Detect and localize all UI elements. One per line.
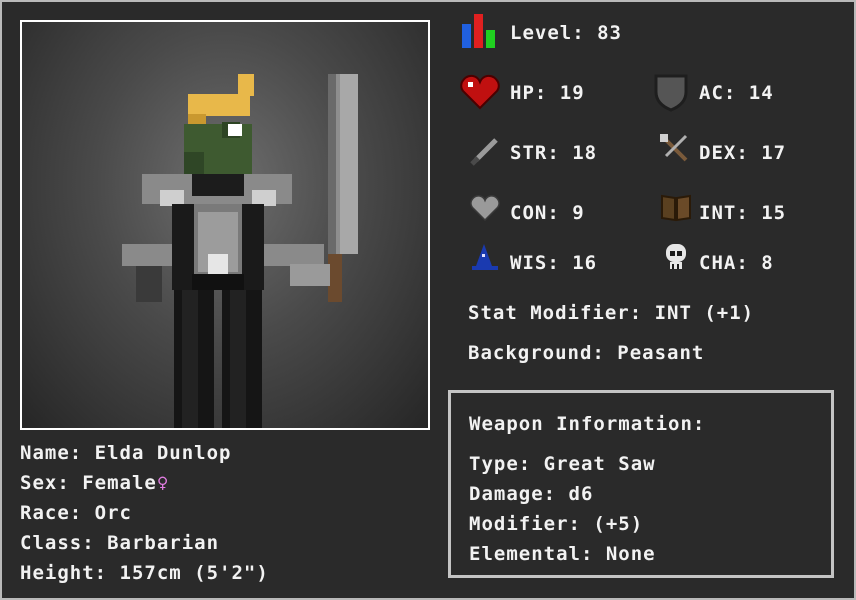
level-label: Level: 83 [510,22,622,44]
character-portrait [20,20,430,430]
character-class: Class: Barbarian [20,532,220,554]
character-height: Height: 157cm (5'2") [20,562,269,584]
sword-icon [470,138,498,166]
wizard-hat-icon [472,244,498,270]
shield-icon [654,74,688,112]
weapon-modifier: Modifier: (+5) [469,513,644,535]
ac-label: AC: 14 [699,82,774,104]
cha-label: CHA: 8 [699,252,774,274]
orc-sprite [122,74,358,428]
wis-label: WIS: 16 [510,252,598,274]
level-bars-icon [462,14,495,48]
weapon-heading: Weapon Information: [469,413,706,435]
weapon-damage: Damage: d6 [469,483,594,505]
stat-modifier-label: Stat Modifier: INT (+1) [468,302,755,324]
weapon-info-panel: Weapon Information: Type: Great Saw Dama… [448,390,834,578]
female-symbol-icon: ♀ [156,472,170,494]
weapon-elemental: Elemental: None [469,543,656,565]
weapon-type: Type: Great Saw [469,453,656,475]
character-race: Race: Orc [20,502,132,524]
str-label: STR: 18 [510,142,598,164]
character-sex: Sex: Female♀ [20,472,169,494]
character-card: Name: Elda Dunlop Sex: Female♀ Race: Orc… [0,0,856,600]
dex-label: DEX: 17 [699,142,787,164]
skull-icon [666,244,686,269]
int-label: INT: 15 [699,202,787,224]
book-icon [661,194,691,222]
character-name: Name: Elda Dunlop [20,442,232,464]
heart-icon [460,74,500,110]
hp-label: HP: 19 [510,82,585,104]
crossbow-icon [660,134,688,162]
character-sex-label: Sex: Female [20,472,157,494]
con-label: CON: 9 [510,202,585,224]
background-label: Background: Peasant [468,342,705,364]
grey-heart-icon [470,195,500,222]
